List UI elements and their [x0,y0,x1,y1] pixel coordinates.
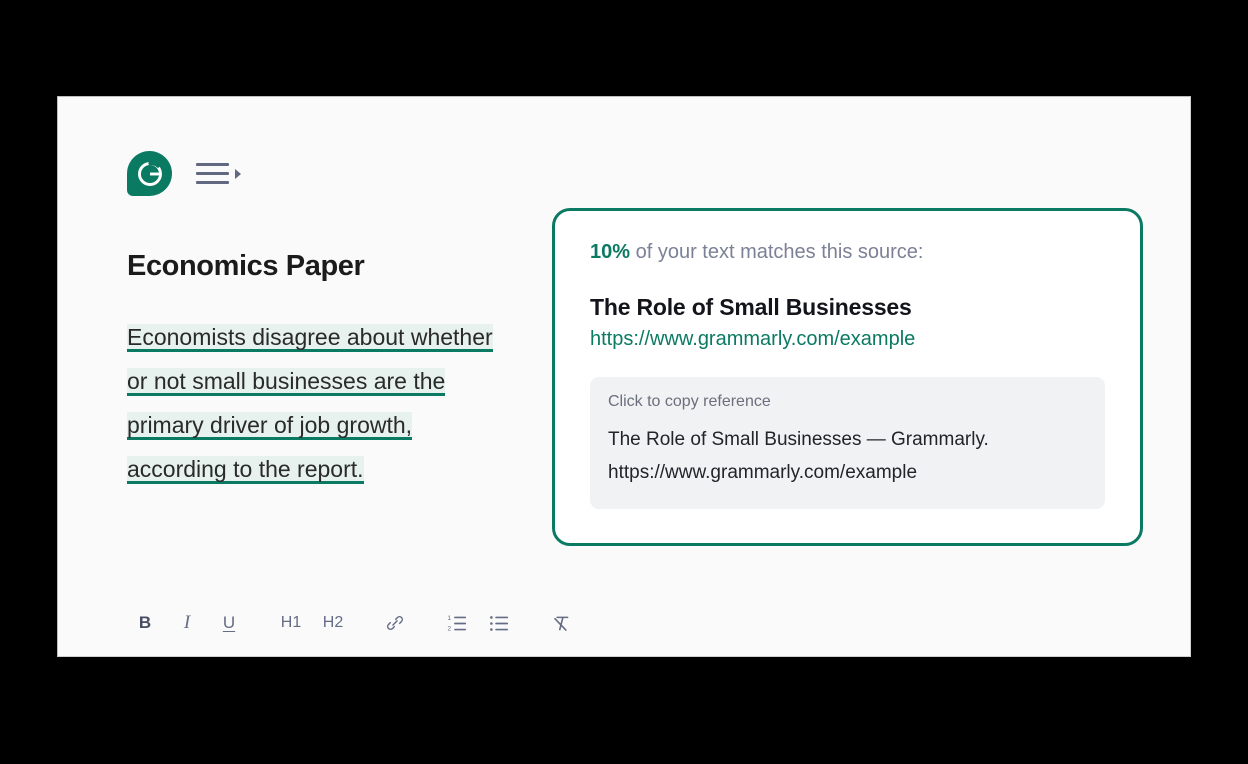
menu-line-2 [196,172,229,175]
formatting-toolbar: B I U H1 H2 1 2 [127,606,579,640]
source-title: The Role of Small Businesses [590,294,912,320]
heading-2-icon[interactable]: H2 [315,606,351,640]
menu-line-3 [196,181,229,184]
copy-reference-box[interactable]: Click to copy reference The Role of Smal… [590,377,1105,509]
highlighted-matched-text[interactable]: Economists disagree about whether or not… [127,324,493,484]
bulleted-list-icon[interactable] [481,606,517,640]
match-summary: 10% of your text matches this source: [590,241,1105,264]
source-url-link[interactable]: https://www.grammarly.com/example [590,328,915,351]
match-summary-text: of your text matches this source: [630,241,924,263]
italic-icon[interactable]: I [169,606,205,640]
document-area: Economics Paper Economists disagree abou… [127,250,557,491]
clear-formatting-icon[interactable] [543,606,579,640]
app-header [127,151,241,196]
svg-text:1: 1 [447,615,451,622]
copy-reference-hint: Click to copy reference [608,393,771,410]
match-percent-value: 10% [590,241,631,263]
document-body[interactable]: Economists disagree about whether or not… [127,315,495,491]
bold-icon[interactable]: B [127,606,163,640]
grammarly-logo-icon[interactable] [127,151,172,196]
plagiarism-source-card: 10% of your text matches this source: Th… [552,208,1143,546]
menu-lines [196,163,229,184]
document-title[interactable]: Economics Paper [127,250,557,283]
underline-icon[interactable]: U [211,606,247,640]
reference-citation-text: The Role of Small Businesses — Grammarly… [608,429,989,483]
grammarly-editor-window: Economics Paper Economists disagree abou… [57,96,1191,657]
hamburger-menu-icon[interactable] [196,163,241,184]
menu-line-1 [196,163,229,166]
caret-right-icon [235,168,241,179]
heading-1-icon[interactable]: H1 [273,606,309,640]
svg-text:2: 2 [447,625,451,632]
ordered-list-icon[interactable]: 1 2 [439,606,475,640]
link-icon[interactable] [377,606,413,640]
